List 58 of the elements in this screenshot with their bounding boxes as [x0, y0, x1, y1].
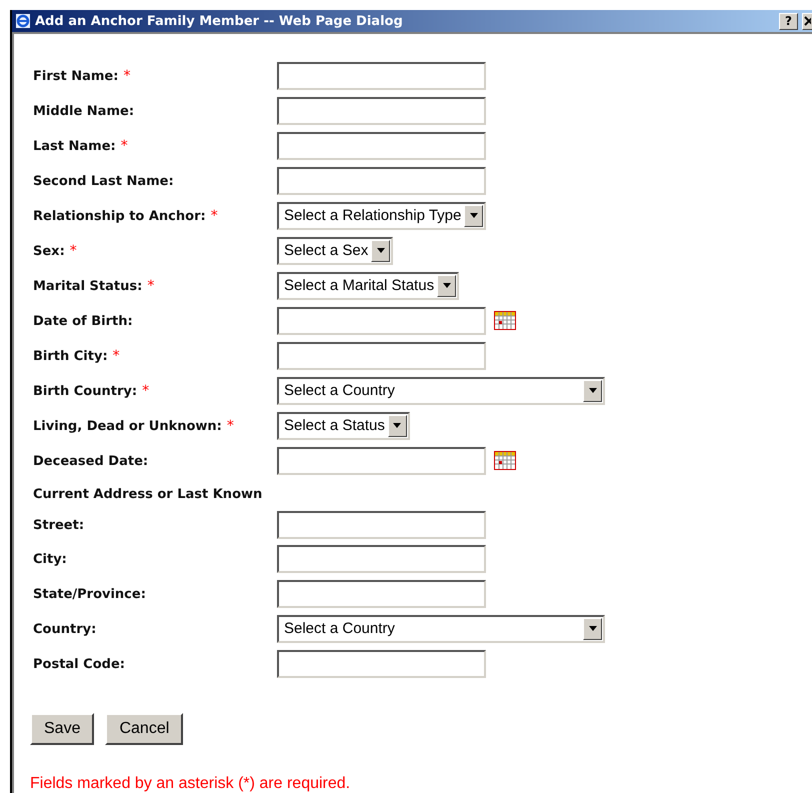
- text-field[interactable]: [277, 166, 486, 194]
- text-field[interactable]: [277, 544, 486, 572]
- dropdown-arrow-icon: [588, 626, 596, 631]
- text-field[interactable]: [277, 511, 486, 539]
- field-label: Second Last Name:: [33, 174, 174, 188]
- field-label: State/Province:: [33, 586, 146, 602]
- dropdown-arrow-icon: [376, 248, 385, 253]
- date-field[interactable]: [277, 306, 486, 334]
- calendar-icon[interactable]: [494, 311, 516, 330]
- date-field[interactable]: [277, 446, 486, 474]
- cancel-button[interactable]: Cancel: [105, 713, 184, 745]
- required-asterisk: *: [120, 138, 128, 154]
- text-field[interactable]: [277, 96, 486, 124]
- required-asterisk: *: [147, 278, 154, 294]
- field-label: City:: [33, 552, 67, 566]
- text-field[interactable]: [277, 580, 486, 608]
- field-label: Deceased Date:: [33, 454, 148, 468]
- field-label: Sex:: [33, 244, 65, 258]
- required-asterisk: *: [70, 242, 77, 258]
- dropdown[interactable]: Select a Country: [277, 376, 605, 404]
- section-heading: Current Address or Last Known: [33, 486, 262, 502]
- text-field[interactable]: [277, 342, 486, 370]
- save-button[interactable]: Save: [30, 713, 94, 745]
- dropdown[interactable]: Select a Status: [277, 412, 410, 440]
- required-asterisk: *: [226, 418, 234, 434]
- calendar-icon[interactable]: [494, 451, 516, 470]
- text-field[interactable]: [277, 132, 486, 160]
- text-field[interactable]: [277, 62, 486, 90]
- field-label: Birth Country:: [33, 384, 138, 398]
- dropdown-arrow-icon: [393, 423, 402, 428]
- field-label: Relationship to Anchor:: [33, 208, 206, 224]
- field-label: Birth City:: [33, 348, 108, 364]
- field-label: Living, Dead or Unknown:: [33, 418, 222, 434]
- browser-icon: [15, 13, 31, 29]
- field-label: Postal Code:: [33, 656, 125, 672]
- dropdown-arrow-icon: [470, 213, 478, 218]
- field-label: First Name:: [33, 68, 118, 84]
- help-button[interactable]: ?: [779, 12, 798, 30]
- text-field[interactable]: [277, 650, 486, 678]
- dropdown[interactable]: Select a Sex: [277, 236, 394, 264]
- required-asterisk: *: [142, 382, 150, 398]
- dropdown[interactable]: Select a Relationship Type: [277, 202, 486, 230]
- window-title: Add an Anchor Family Member -- Web Page Dialog: [35, 14, 404, 28]
- dropdown-arrow-icon: [442, 283, 451, 288]
- close-button[interactable]: [802, 12, 812, 30]
- required-fields-note: Fields marked by an asterisk (*) are required.: [30, 775, 352, 793]
- field-label: Last Name:: [33, 138, 116, 154]
- required-asterisk: *: [112, 348, 120, 364]
- field-label: Country:: [33, 622, 96, 636]
- dropdown-arrow-icon: [588, 388, 596, 393]
- dropdown[interactable]: Select a Country: [277, 614, 605, 642]
- dropdown[interactable]: Select a Marital Status: [277, 272, 460, 300]
- field-label: Street:: [33, 518, 84, 533]
- required-asterisk: *: [210, 208, 218, 224]
- field-label: Date of Birth:: [33, 314, 133, 328]
- field-label: Marital Status:: [33, 278, 142, 294]
- required-asterisk: *: [123, 68, 130, 84]
- field-label: Middle Name:: [33, 104, 134, 118]
